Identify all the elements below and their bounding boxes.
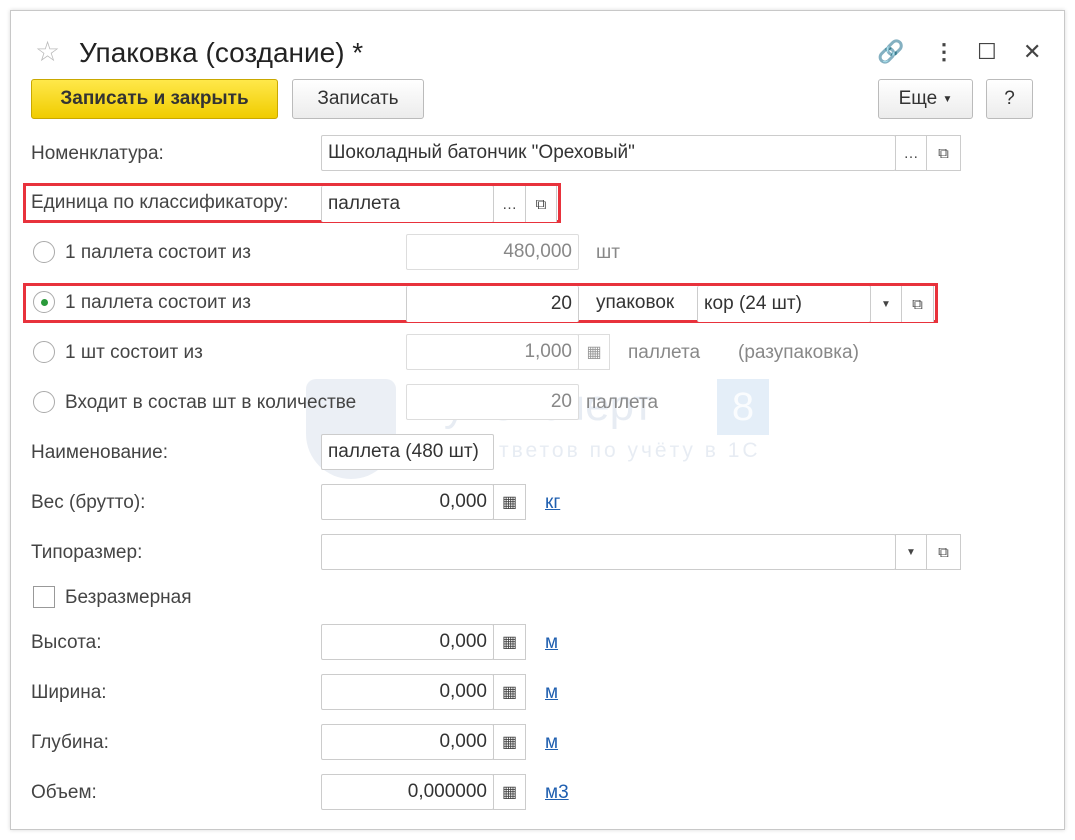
form-window: ☆ Упаковка (создание) * 🔗 ⋮ ☐ ✕ Записать… bbox=[10, 10, 1065, 830]
dropdown-icon: ▼ bbox=[942, 93, 953, 105]
weight-input[interactable]: 0,000 bbox=[321, 484, 494, 520]
open-icon[interactable]: ⧉ bbox=[926, 135, 961, 171]
watermark-digit: 8 bbox=[717, 379, 769, 435]
size-label: Типоразмер: bbox=[31, 542, 143, 563]
open-icon[interactable]: ⧉ bbox=[901, 286, 934, 322]
maximize-icon[interactable]: ☐ bbox=[977, 39, 997, 65]
calculator-icon[interactable]: ▦ bbox=[493, 674, 526, 710]
volume-unit-link[interactable]: м3 bbox=[545, 782, 569, 804]
select-button[interactable]: … bbox=[493, 186, 526, 222]
open-icon[interactable]: ⧉ bbox=[525, 186, 557, 222]
volume-label: Объем: bbox=[31, 782, 97, 803]
width-input[interactable]: 0,000 bbox=[321, 674, 494, 710]
nomenclature-label: Номенклатура: bbox=[31, 143, 164, 164]
depth-label: Глубина: bbox=[31, 732, 109, 753]
depth-input[interactable]: 0,000 bbox=[321, 724, 494, 760]
option-4-unit: паллета bbox=[586, 392, 659, 413]
favorite-star-icon[interactable]: ☆ bbox=[35, 35, 60, 68]
more-menu-icon[interactable]: ⋮ bbox=[933, 39, 955, 65]
size-input[interactable] bbox=[321, 534, 896, 570]
name-label: Наименование: bbox=[31, 442, 168, 463]
unit-input[interactable]: паллета bbox=[321, 186, 494, 222]
radio-option-1[interactable] bbox=[33, 241, 55, 263]
weight-label: Вес (брутто): bbox=[31, 492, 146, 513]
option-2-quantity[interactable]: 20 bbox=[406, 286, 579, 322]
help-button[interactable]: ? bbox=[986, 79, 1033, 119]
save-button[interactable]: Записать bbox=[292, 79, 424, 119]
option-4-label: Входит в состав шт в количестве bbox=[65, 392, 357, 413]
more-label: Еще bbox=[898, 88, 938, 109]
option-3-note: (разупаковка) bbox=[738, 342, 859, 363]
option-2-unit: упаковок bbox=[596, 292, 675, 313]
link-icon[interactable]: 🔗 bbox=[877, 39, 904, 65]
page-title: Упаковка (создание) * bbox=[79, 37, 364, 68]
watermark-tagline: тветов по учёту в 1С bbox=[499, 439, 761, 462]
volume-input[interactable]: 0,000000 bbox=[321, 774, 494, 810]
more-button[interactable]: Еще ▼ bbox=[878, 79, 973, 119]
calculator-icon[interactable]: ▦ bbox=[493, 774, 526, 810]
option-4-quantity: 20 bbox=[406, 384, 579, 420]
option-1-quantity: 480,000 bbox=[406, 234, 579, 270]
dimensionless-label: Безразмерная bbox=[65, 587, 192, 608]
radio-option-4[interactable] bbox=[33, 391, 55, 413]
open-icon[interactable]: ⧉ bbox=[926, 534, 961, 570]
option-3-label: 1 шт состоит из bbox=[65, 342, 203, 363]
option-3-quantity: 1,000 bbox=[406, 334, 579, 370]
option-3-unit: паллета bbox=[628, 342, 701, 363]
calculator-icon: ▦ bbox=[578, 334, 610, 370]
radio-option-2[interactable] bbox=[33, 291, 55, 313]
option-2-label: 1 паллета состоит из bbox=[65, 292, 251, 313]
calculator-icon[interactable]: ▦ bbox=[493, 624, 526, 660]
width-label: Ширина: bbox=[31, 682, 107, 703]
dropdown-icon[interactable]: ▼ bbox=[895, 534, 927, 570]
calculator-icon[interactable]: ▦ bbox=[493, 484, 526, 520]
dropdown-icon[interactable]: ▼ bbox=[870, 286, 902, 322]
option-1-unit: шт bbox=[596, 242, 620, 263]
save-close-button[interactable]: Записать и закрыть bbox=[31, 79, 278, 119]
unit-label: Единица по классификатору: bbox=[31, 192, 289, 213]
close-icon[interactable]: ✕ bbox=[1023, 39, 1041, 65]
width-unit-link[interactable]: м bbox=[545, 682, 558, 704]
select-button[interactable]: … bbox=[895, 135, 927, 171]
height-unit-link[interactable]: м bbox=[545, 632, 558, 654]
height-label: Высота: bbox=[31, 632, 102, 653]
dimensionless-checkbox[interactable] bbox=[33, 586, 55, 608]
radio-option-3[interactable] bbox=[33, 341, 55, 363]
pack-select[interactable]: кор (24 шт) bbox=[697, 286, 871, 322]
height-input[interactable]: 0,000 bbox=[321, 624, 494, 660]
name-input[interactable]: паллета (480 шт) bbox=[321, 434, 494, 470]
calculator-icon[interactable]: ▦ bbox=[493, 724, 526, 760]
weight-unit-link[interactable]: кг bbox=[545, 492, 560, 514]
depth-unit-link[interactable]: м bbox=[545, 732, 558, 754]
nomenclature-input[interactable]: Шоколадный батончик "Ореховый" bbox=[321, 135, 896, 171]
option-1-label: 1 паллета состоит из bbox=[65, 242, 251, 263]
